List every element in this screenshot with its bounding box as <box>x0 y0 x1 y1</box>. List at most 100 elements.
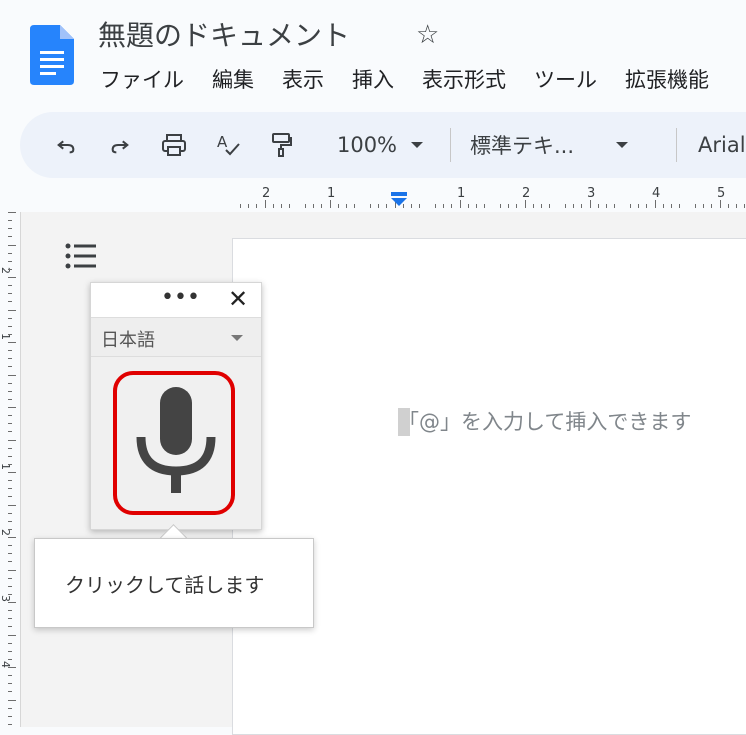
ruler-tick <box>735 204 737 208</box>
more-options-icon[interactable]: ••• <box>161 285 200 310</box>
redo-icon[interactable] <box>102 112 138 178</box>
menu-bar: ファイル 編集 表示 挿入 表示形式 ツール 拡張機能 <box>100 64 709 94</box>
menu-item-insert[interactable]: 挿入 <box>352 64 394 94</box>
document-page[interactable] <box>232 238 746 735</box>
ruler-tick <box>410 204 412 208</box>
ruler-tick <box>8 268 12 270</box>
ruler-tick <box>418 204 420 208</box>
ruler-tick <box>8 667 16 668</box>
ruler-tick <box>654 200 656 208</box>
ruler-number: 2 <box>262 186 271 201</box>
ruler-tick <box>8 715 12 717</box>
ruler-tick <box>8 602 16 603</box>
ruler-tick <box>8 350 12 352</box>
ruler-tick <box>378 204 380 208</box>
ruler-tick <box>695 204 697 208</box>
close-icon[interactable]: ✕ <box>228 285 248 313</box>
ruler-number: 2 <box>522 186 531 201</box>
ruler-tick <box>8 212 16 213</box>
paragraph-style-select[interactable]: 標準テキ... <box>470 112 658 178</box>
ruler-tick <box>8 699 16 701</box>
ruler-tick <box>8 537 16 538</box>
ruler-tick <box>524 200 526 208</box>
insert-placeholder: 「@」を入力して挿入できます <box>398 410 692 434</box>
menu-item-edit[interactable]: 編集 <box>212 64 254 94</box>
ruler-tick <box>345 204 347 208</box>
star-icon[interactable]: ☆ <box>416 20 439 50</box>
ruler-number: 3 <box>587 186 596 201</box>
ruler-tick <box>8 634 16 636</box>
document-outline-icon[interactable] <box>64 240 98 272</box>
ruler-tick <box>589 200 591 208</box>
ruler-tick <box>8 260 12 262</box>
ruler-tick <box>8 382 12 384</box>
spellcheck-icon[interactable]: A <box>210 112 246 178</box>
chevron-down-icon <box>411 142 424 148</box>
tooltip-text: クリックして話します <box>65 573 265 597</box>
ruler-tick <box>8 691 12 693</box>
ruler-tick <box>8 358 12 360</box>
ruler-tick <box>8 423 12 425</box>
ruler-tick <box>703 204 705 208</box>
ruler-tick <box>8 504 16 506</box>
ruler-tick <box>435 204 437 208</box>
ruler-tick <box>8 463 12 465</box>
language-select[interactable]: 日本語 <box>91 317 261 357</box>
zoom-select[interactable]: 100% <box>320 112 440 178</box>
ruler-tick <box>8 626 12 628</box>
ruler-tick <box>8 561 12 563</box>
toolbar: A 100% 標準テキ... Arial <box>20 112 746 178</box>
ruler-tick <box>8 593 12 595</box>
ruler-tick <box>8 447 12 449</box>
ruler-tick <box>678 204 680 208</box>
ruler-tick <box>272 204 274 208</box>
toolbar-divider <box>676 128 677 162</box>
ruler-tick <box>613 204 615 208</box>
ruler-tick <box>8 683 12 685</box>
ruler-tick <box>532 204 534 208</box>
microphone-button[interactable] <box>91 357 261 529</box>
ruler-tick <box>727 204 729 208</box>
ruler-tick <box>8 301 12 303</box>
ruler-tick <box>743 204 745 208</box>
ruler-tick <box>581 204 583 208</box>
ruler-tick <box>8 309 16 311</box>
ruler-tick <box>443 204 445 208</box>
ruler-number: 1 <box>327 186 336 201</box>
ruler-tick <box>8 293 12 295</box>
horizontal-ruler[interactable]: 2 1 1 2 3 4 5 <box>0 178 746 214</box>
docs-logo-icon[interactable] <box>30 25 74 85</box>
microphone-highlight <box>113 371 235 515</box>
ruler-tick <box>305 204 307 208</box>
menu-item-format[interactable]: 表示形式 <box>422 64 506 94</box>
menu-item-tools[interactable]: ツール <box>534 64 597 94</box>
ruler-tick <box>321 204 323 208</box>
font-value: Arial <box>698 133 746 157</box>
ruler-tick <box>370 204 372 208</box>
menu-item-extensions[interactable]: 拡張機能 <box>625 64 709 94</box>
print-icon[interactable] <box>154 112 194 178</box>
ruler-tick <box>597 204 599 208</box>
document-title[interactable]: 無題のドキュメント <box>98 14 350 54</box>
menu-item-view[interactable]: 表示 <box>282 64 324 94</box>
ruler-tick <box>500 204 502 208</box>
ruler-tick <box>451 204 453 208</box>
ruler-number: 3 <box>0 595 12 602</box>
paragraph-style-value: 標準テキ... <box>470 134 575 158</box>
menu-item-file[interactable]: ファイル <box>100 64 184 94</box>
undo-icon[interactable] <box>48 112 84 178</box>
indent-marker-icon[interactable] <box>390 192 408 206</box>
ruler-tick <box>8 390 12 392</box>
vertical-ruler[interactable]: 2 1 1 2 3 4 <box>0 212 21 727</box>
ruler-tick <box>8 658 12 660</box>
paint-format-icon[interactable] <box>264 112 300 178</box>
ruler-tick <box>8 366 12 368</box>
ruler-tick <box>8 220 12 222</box>
ruler-tick <box>670 204 672 208</box>
ruler-tick <box>662 204 664 208</box>
voice-panel-header: ••• ✕ <box>91 283 261 317</box>
ruler-tick <box>711 204 713 208</box>
ruler-tick <box>8 528 12 530</box>
ruler-tick <box>483 204 485 208</box>
font-select[interactable]: Arial <box>698 112 746 178</box>
